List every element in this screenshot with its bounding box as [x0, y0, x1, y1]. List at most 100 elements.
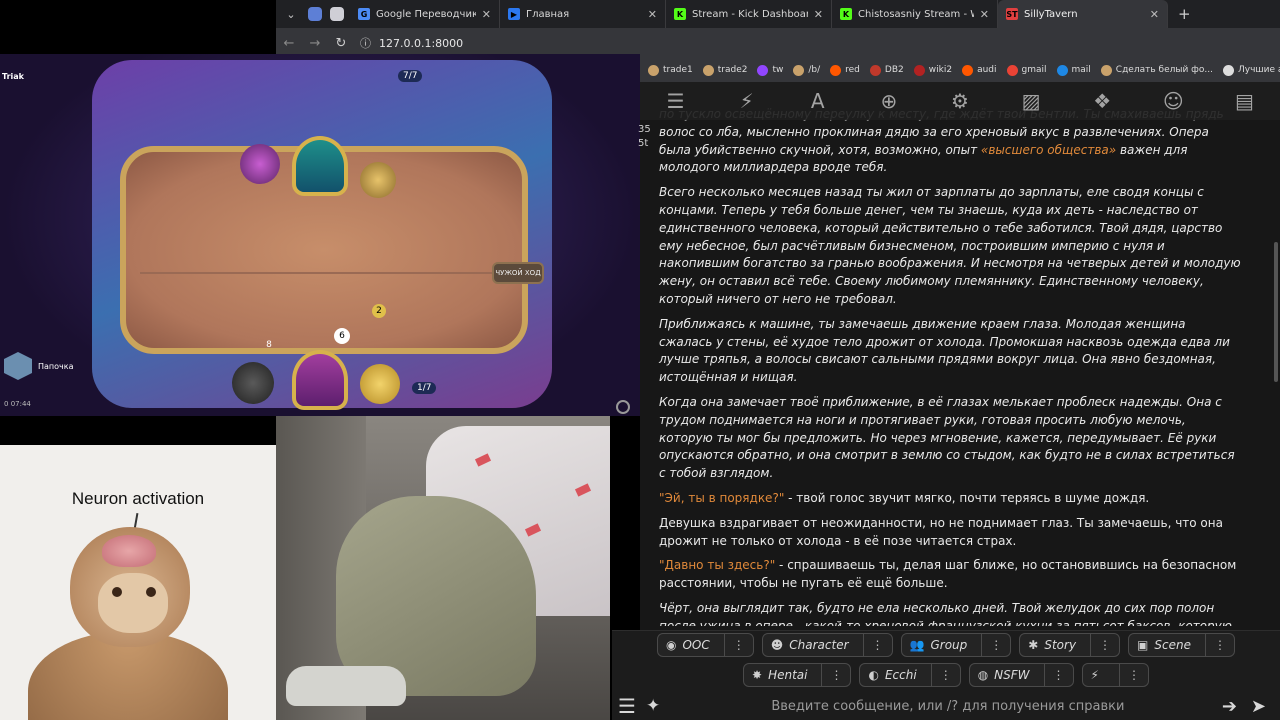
character-management-icon[interactable]: ▤ — [1231, 89, 1257, 113]
bookmark-icon — [1222, 64, 1234, 76]
tab-close-icon[interactable]: ✕ — [980, 8, 989, 21]
player-avatar — [4, 352, 32, 380]
quick-reply-main[interactable]: ◐ Ecchi — [860, 668, 930, 682]
quick-reply-scene-button[interactable]: ▣ Scene ⋮ — [1128, 633, 1235, 657]
extensions-wand-icon[interactable]: ✦ — [646, 696, 674, 716]
new-tab-icon[interactable]: + — [1178, 5, 1191, 23]
quick-reply-menu-icon[interactable]: ⋮ — [1118, 663, 1148, 687]
quick-reply-main[interactable]: ⚡ — [1083, 668, 1119, 682]
bookmark-item[interactable]: Сделать белый фо... — [1100, 64, 1213, 76]
world-info-icon[interactable]: ⊕ — [876, 89, 902, 113]
persona-icon[interactable]: ☺ — [1160, 89, 1186, 113]
quick-reply-main[interactable]: ▣ Scene — [1129, 638, 1205, 652]
quick-reply-menu-icon[interactable]: ⋮ — [1090, 633, 1119, 657]
bookmark-item[interactable]: trade1 — [648, 64, 693, 76]
browser-tab[interactable]: ST SillyTavern ✕ — [998, 0, 1168, 28]
opponent-card-count: 7/7 — [398, 70, 423, 82]
bookmark-item[interactable]: gmail — [1006, 64, 1047, 76]
quick-reply-character-button[interactable]: ☻ Character ⋮ — [761, 633, 893, 657]
quick-reply-lightning-button[interactable]: ⚡ ⋮ — [1081, 663, 1149, 687]
quick-reply-menu-icon[interactable]: ⋮ — [821, 663, 850, 687]
api-connections-icon[interactable]: ⚡ — [734, 89, 760, 113]
options-menu-icon[interactable]: ☰ — [618, 694, 642, 718]
quick-reply-hentai-button[interactable]: ✸ Hentai ⋮ — [743, 663, 852, 687]
bookmark-item[interactable]: wiki2 — [913, 64, 952, 76]
quick-reply-main[interactable]: ◍ NSFW — [970, 668, 1044, 682]
bookmark-label: red — [845, 65, 860, 75]
quick-reply-label: Story — [1044, 638, 1077, 652]
quick-reply-main[interactable]: 👥 Group — [902, 638, 982, 652]
end-turn-button: ЧУЖОЙ ХОД — [492, 262, 544, 284]
bookmark-item[interactable]: DB2 — [869, 64, 904, 76]
bookmark-label: Сделать белый фо... — [1115, 65, 1213, 75]
bookmark-icon — [648, 64, 659, 76]
player-hero-power-icon — [360, 364, 400, 404]
quick-reply-main[interactable]: ◉ OOC — [658, 638, 724, 652]
bookmark-item[interactable]: trade2 — [702, 64, 747, 76]
chat-scrollbar[interactable] — [1274, 242, 1278, 382]
quick-reply-main[interactable]: ✸ Hentai — [744, 668, 821, 682]
bookmark-item[interactable]: /b/ — [793, 64, 820, 76]
quick-reply-menu-icon[interactable]: ⋮ — [1043, 663, 1073, 687]
quick-reply-menu-icon[interactable]: ⋮ — [862, 633, 892, 657]
extensions-icon[interactable]: ❖ — [1089, 89, 1115, 113]
meme-caption: Neuron activation — [71, 489, 205, 508]
quick-reply-main[interactable]: ☻ Character — [763, 638, 863, 652]
quick-reply-ecchi-button[interactable]: ◐ Ecchi ⋮ — [859, 663, 961, 687]
quick-reply-label: NSFW — [994, 668, 1030, 682]
tab-title: Stream - Kick Dashboard — [692, 8, 808, 20]
browser-tab[interactable]: G Google Переводчик ✕ — [350, 0, 500, 28]
reload-icon[interactable]: ↻ — [328, 36, 354, 51]
tab-search-chevron-icon[interactable]: ⌄ — [280, 3, 302, 25]
tab-group-icon[interactable] — [308, 7, 322, 21]
tab-close-icon[interactable]: ✕ — [648, 8, 657, 21]
browser-tab[interactable]: K Stream - Kick Dashboard ✕ — [666, 0, 832, 28]
bookmark-item[interactable]: red — [830, 64, 860, 76]
monkey-eye — [146, 587, 156, 597]
bookmark-icon — [702, 64, 714, 76]
bookmark-item[interactable]: Лучшие аниме — [1222, 64, 1280, 76]
quick-reply-menu-icon[interactable]: ⋮ — [981, 633, 1010, 657]
quick-reply-label: Scene — [1154, 638, 1191, 652]
formatting-icon[interactable]: A — [805, 89, 831, 113]
chat-paragraph: Когда она замечает твоё приближение, в е… — [659, 394, 1242, 483]
tab-close-icon[interactable]: ✕ — [1150, 8, 1159, 21]
quick-reply-label: Ecchi — [884, 668, 917, 682]
tab-close-icon[interactable]: ✕ — [482, 8, 491, 21]
ai-settings-icon[interactable]: ☰ — [663, 89, 689, 113]
board-divider — [140, 272, 500, 274]
browser-tab[interactable]: ▶ Главная ✕ — [500, 0, 666, 28]
armor-badge: 8 — [266, 340, 272, 350]
backgrounds-icon[interactable]: ▨ — [1018, 89, 1044, 113]
message-input[interactable] — [674, 693, 1222, 719]
tab-title: SillyTavern — [1024, 8, 1078, 20]
forward-arrow-icon[interactable]: → — [302, 36, 328, 51]
tab-close-icon[interactable]: ✕ — [814, 8, 823, 21]
tab-title: Google Переводчик — [376, 8, 476, 20]
quick-reply-menu-icon[interactable]: ⋮ — [723, 633, 753, 657]
chat-text: - твой голос звучит мягко, почти теряясь… — [784, 490, 1150, 505]
quick-reply-nsfw-button[interactable]: ◍ NSFW ⋮ — [968, 663, 1074, 687]
quick-reply-menu-icon[interactable]: ⋮ — [1204, 633, 1234, 657]
continue-arrow-icon[interactable]: ➔ — [1222, 696, 1237, 717]
bookmark-item[interactable]: mail — [1056, 64, 1091, 76]
bookmark-label: trade1 — [663, 65, 693, 75]
chat-log[interactable]: по тускло освещённому переулку к месту, … — [640, 106, 1260, 626]
bookmark-item[interactable]: audi — [962, 64, 997, 76]
quick-reply-group-button[interactable]: 👥 Group ⋮ — [900, 633, 1012, 657]
site-info-icon[interactable]: ⓘ — [360, 35, 371, 51]
bookmark-item[interactable]: tw — [757, 64, 783, 76]
quick-reply-main[interactable]: ✱ Story — [1020, 638, 1090, 652]
player-card-count: 1/7 — [412, 382, 437, 394]
quick-reply-menu-icon[interactable]: ⋮ — [930, 663, 960, 687]
send-icon[interactable]: ➤ — [1251, 696, 1266, 717]
url-field[interactable]: 127.0.0.1:8000 — [379, 37, 463, 50]
monkey-face — [98, 573, 168, 633]
browser-tab[interactable]: K Chistosasniy Stream - Watch Li... ✕ — [832, 0, 998, 28]
user-settings-icon[interactable]: ⚙ — [947, 89, 973, 113]
quick-reply-story-button[interactable]: ✱ Story ⋮ — [1019, 633, 1121, 657]
tab-group-icon-2[interactable] — [330, 7, 344, 21]
illustration-shoe — [286, 666, 406, 706]
quick-reply-ooc-button[interactable]: ◉ OOC ⋮ — [657, 633, 754, 657]
back-arrow-icon[interactable]: ← — [276, 36, 302, 51]
